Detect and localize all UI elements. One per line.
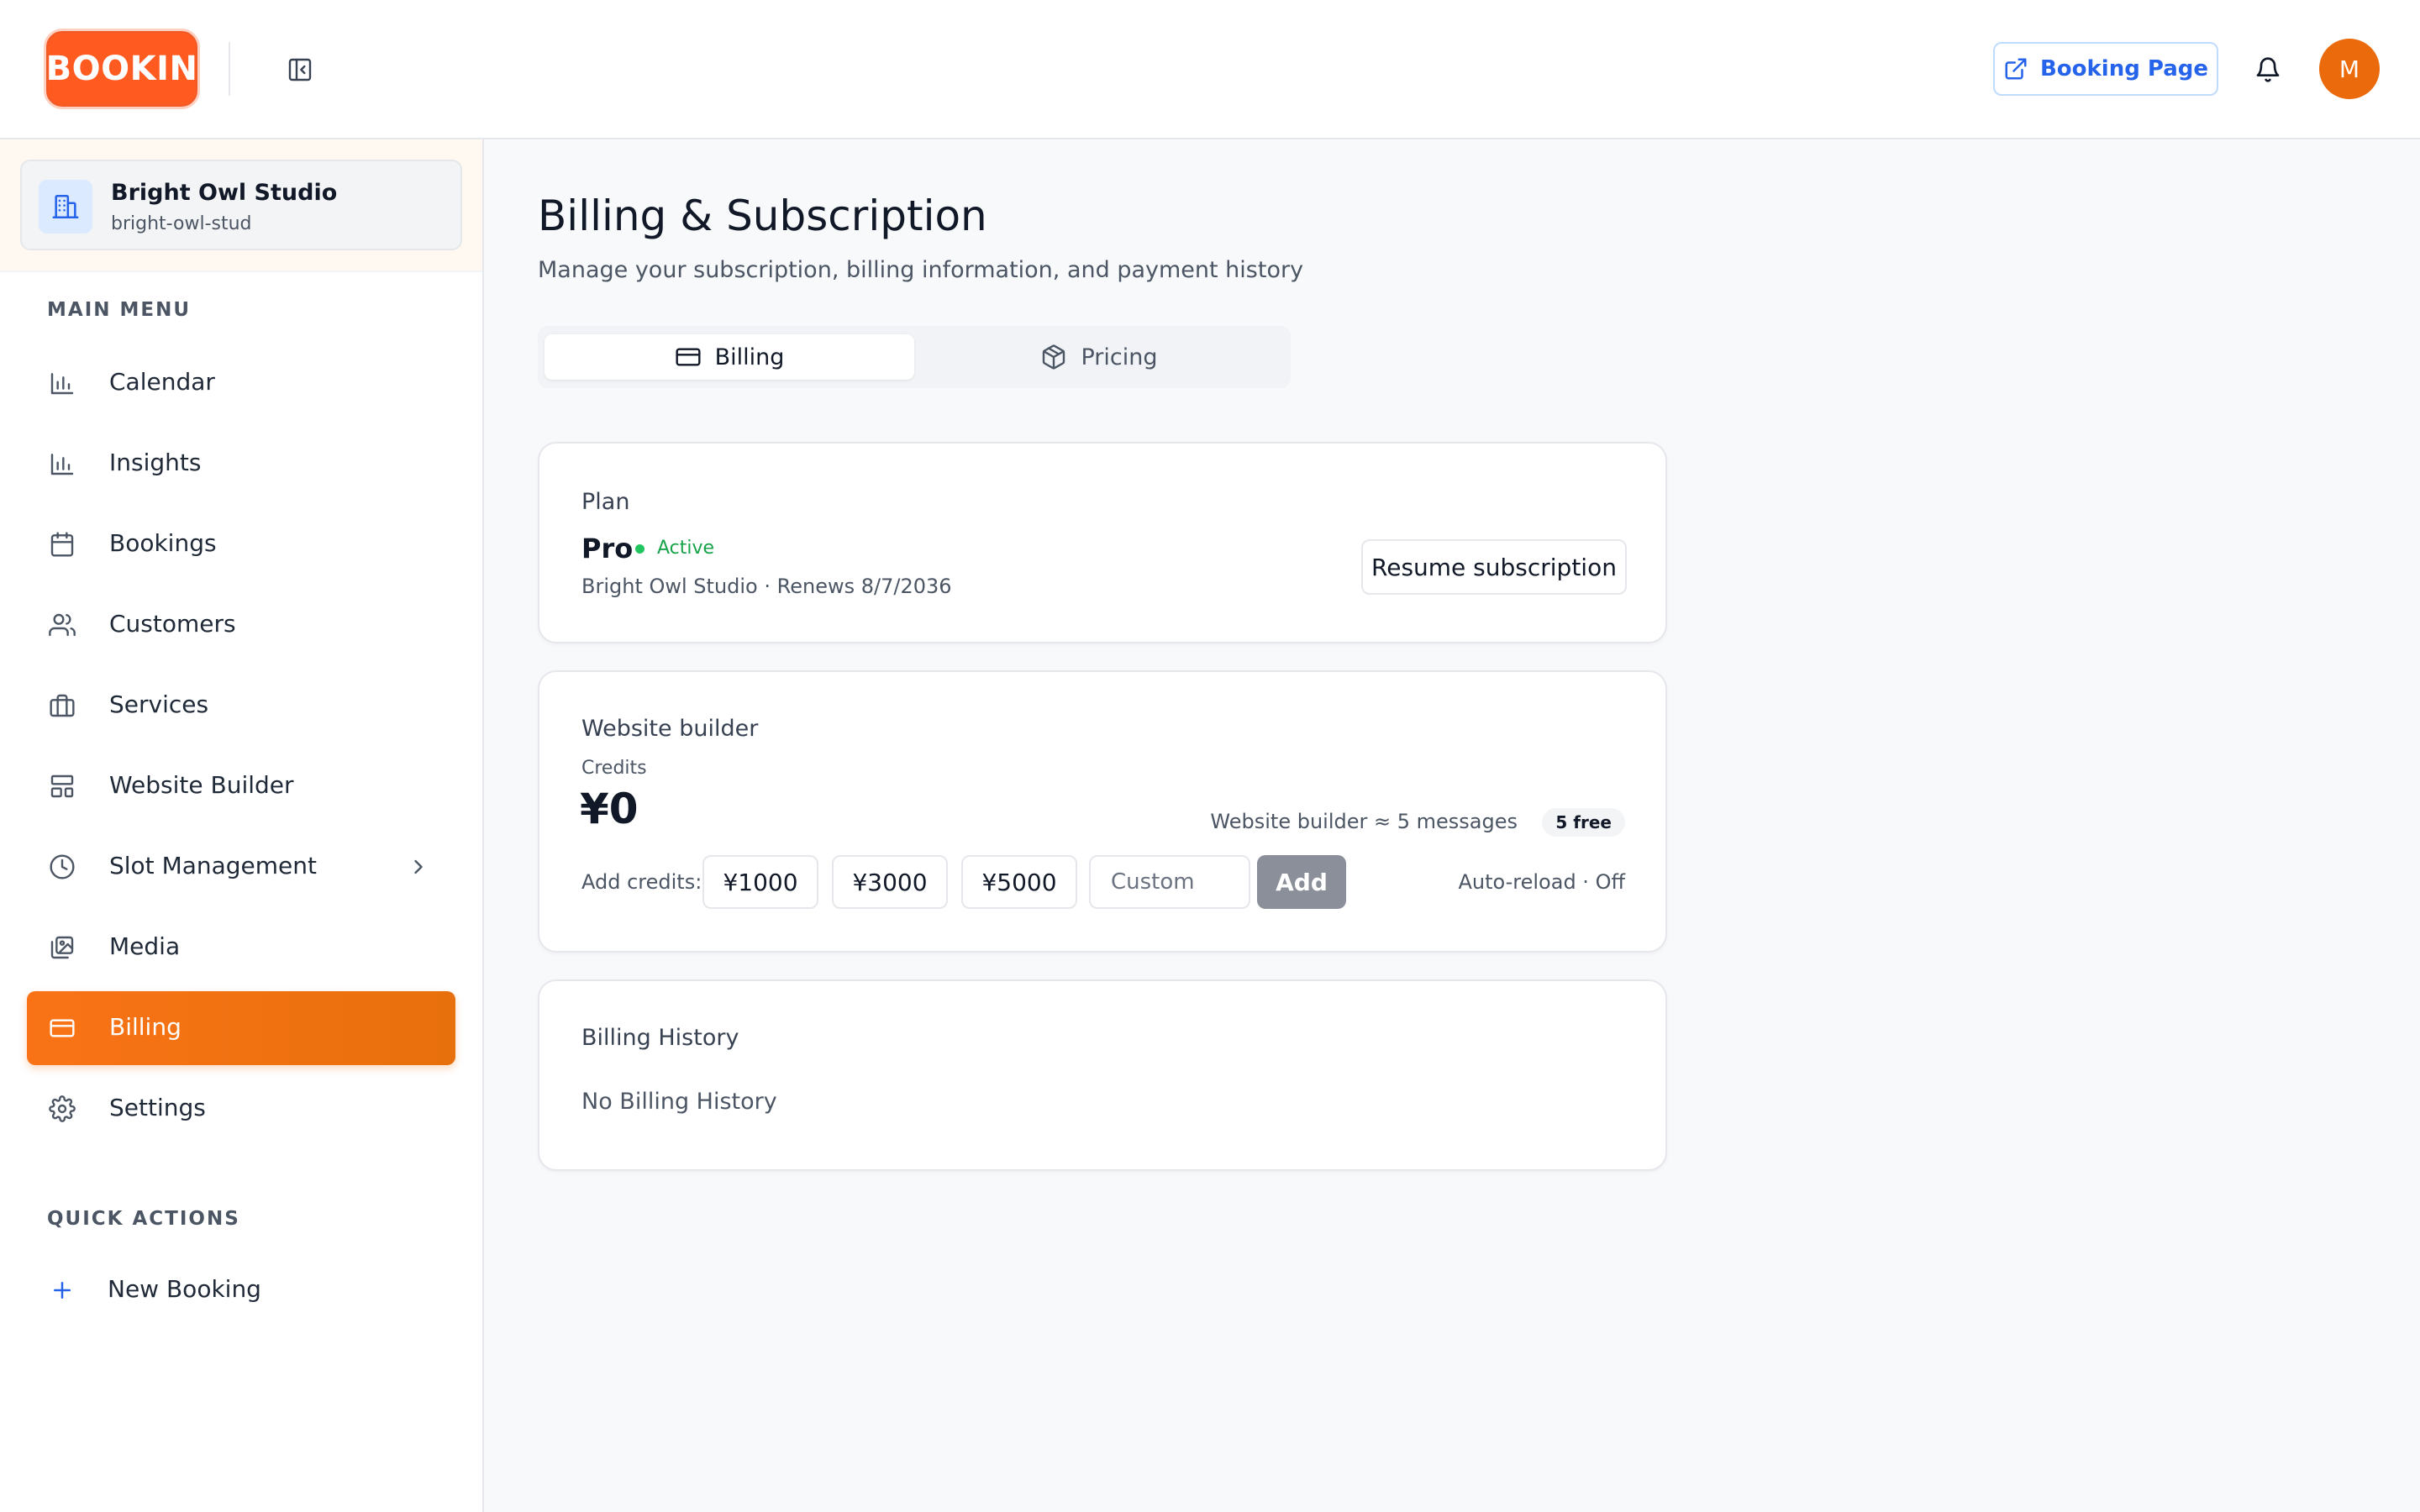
workspace-switcher[interactable]: Bright Owl Studio bright-owl-stud <box>20 160 462 250</box>
sidebar-item-media[interactable]: Media <box>27 911 455 984</box>
sidebar-item-label: Services <box>109 690 209 718</box>
billing-tabs: Billing Pricing <box>538 326 1291 388</box>
billing-history-card: Billing History No Billing History <box>538 979 1667 1171</box>
sidebar-item-calendar[interactable]: Calendar <box>27 346 455 420</box>
bar-chart-icon <box>47 368 77 398</box>
gear-icon <box>47 1094 77 1124</box>
status-dot <box>635 544 644 554</box>
panel-collapse-icon <box>288 58 312 81</box>
sidebar-item-bookings[interactable]: Bookings <box>27 507 455 581</box>
sidebar-item-label: Bookings <box>109 529 217 557</box>
top-header: BOOKIN Booking Page M <box>0 0 2420 139</box>
sidebar-item-slot-management[interactable]: Slot Management <box>27 830 455 904</box>
resume-subscription-button[interactable]: Resume subscription <box>1361 539 1627 595</box>
billing-history-title: Billing History <box>581 1025 739 1051</box>
layout-icon <box>47 771 77 801</box>
auto-reload-status[interactable]: Auto-reload · Off <box>1458 870 1625 894</box>
logo-text: BOOKIN <box>45 50 198 88</box>
sidebar-item-settings[interactable]: Settings <box>27 1072 455 1146</box>
bookin-logo[interactable]: BOOKIN <box>44 29 200 109</box>
plan-card-title: Plan <box>581 489 630 515</box>
calendar-icon <box>47 529 77 559</box>
custom-amount-input[interactable] <box>1089 855 1250 909</box>
website-builder-card: Website builder Credits ¥0 Website build… <box>538 670 1667 953</box>
sidebar-item-label: Settings <box>109 1094 206 1121</box>
clock-icon <box>47 852 77 882</box>
bar-chart-icon <box>47 449 77 479</box>
package-icon <box>1043 344 1065 370</box>
plan-status: Active <box>657 538 715 559</box>
credits-label: Credits <box>581 758 647 779</box>
workspace-section: Bright Owl Studio bright-owl-stud <box>0 139 482 272</box>
free-badge: 5 free <box>1542 808 1625 837</box>
sidebar-item-customers[interactable]: Customers <box>27 588 455 662</box>
users-icon <box>47 610 77 640</box>
external-link-icon <box>2005 58 2027 80</box>
briefcase-icon <box>47 690 77 721</box>
header-divider <box>229 42 230 96</box>
plan-card: Plan Pro Active Bright Owl Studio · Rene… <box>538 442 1667 643</box>
amount-5000-button[interactable]: ¥5000 <box>961 855 1077 909</box>
images-icon <box>47 932 77 963</box>
add-credits-label: Add credits: <box>581 870 702 894</box>
quick-actions-label: QUICK ACTIONS <box>47 1208 240 1230</box>
website-card-title: Website builder <box>581 716 759 742</box>
notifications-button[interactable] <box>2250 52 2286 87</box>
credits-value: ¥0 <box>580 785 639 833</box>
sidebar-item-insights[interactable]: Insights <box>27 427 455 501</box>
tab-pricing[interactable]: Pricing <box>914 334 1284 380</box>
quick-action-label: New Booking <box>108 1275 261 1303</box>
quick-action-new-booking[interactable]: New Booking <box>27 1253 455 1327</box>
sidebar-item-label: Customers <box>109 610 236 638</box>
builder-usage-text: Website builder ≈ 5 messages <box>1210 810 1518 833</box>
add-credits-button[interactable]: Add <box>1257 855 1346 909</box>
page-title: Billing & Subscription <box>538 192 987 240</box>
sidebar-item-label: Media <box>109 932 181 960</box>
plan-meta: Bright Owl Studio · Renews 8/7/2036 <box>581 575 952 598</box>
sidebar-item-services[interactable]: Services <box>27 669 455 743</box>
workspace-name: Bright Owl Studio <box>111 180 338 206</box>
sidebar-item-label: Slot Management <box>109 852 318 879</box>
sidebar-item-label: Insights <box>109 449 202 476</box>
sidebar-collapse-button[interactable] <box>282 52 318 87</box>
main-menu-label: MAIN MENU <box>47 299 192 321</box>
amount-3000-button[interactable]: ¥3000 <box>832 855 948 909</box>
booking-page-button[interactable]: Booking Page <box>1993 42 2218 96</box>
plan-name: Pro <box>581 533 634 564</box>
tab-label: Billing <box>714 344 785 370</box>
billing-history-empty: No Billing History <box>581 1089 777 1115</box>
sidebar-item-label: Website Builder <box>109 771 294 799</box>
sidebar-item-website-builder[interactable]: Website Builder <box>27 749 455 823</box>
workspace-slug: bright-owl-stud <box>111 213 252 234</box>
chevron-right-icon <box>407 855 430 882</box>
sidebar-item-billing[interactable]: Billing <box>27 991 455 1065</box>
user-avatar[interactable]: M <box>2319 39 2380 99</box>
amount-1000-button[interactable]: ¥1000 <box>702 855 818 909</box>
bell-icon <box>2256 57 2280 82</box>
plus-icon <box>47 1275 77 1305</box>
sidebar: Bright Owl Studio bright-owl-stud MAIN M… <box>0 139 484 1512</box>
sidebar-item-label: Billing <box>109 1013 182 1041</box>
sidebar-item-label: Calendar <box>109 368 215 396</box>
avatar-initial: M <box>2338 55 2360 83</box>
tab-billing[interactable]: Billing <box>544 334 914 380</box>
page-subtitle: Manage your subscription, billing inform… <box>538 257 1304 283</box>
tab-label: Pricing <box>1081 344 1158 370</box>
credit-card-icon <box>676 348 701 366</box>
building-icon <box>39 180 92 234</box>
credit-card-icon <box>47 1013 77 1043</box>
booking-page-label: Booking Page <box>2039 56 2209 81</box>
